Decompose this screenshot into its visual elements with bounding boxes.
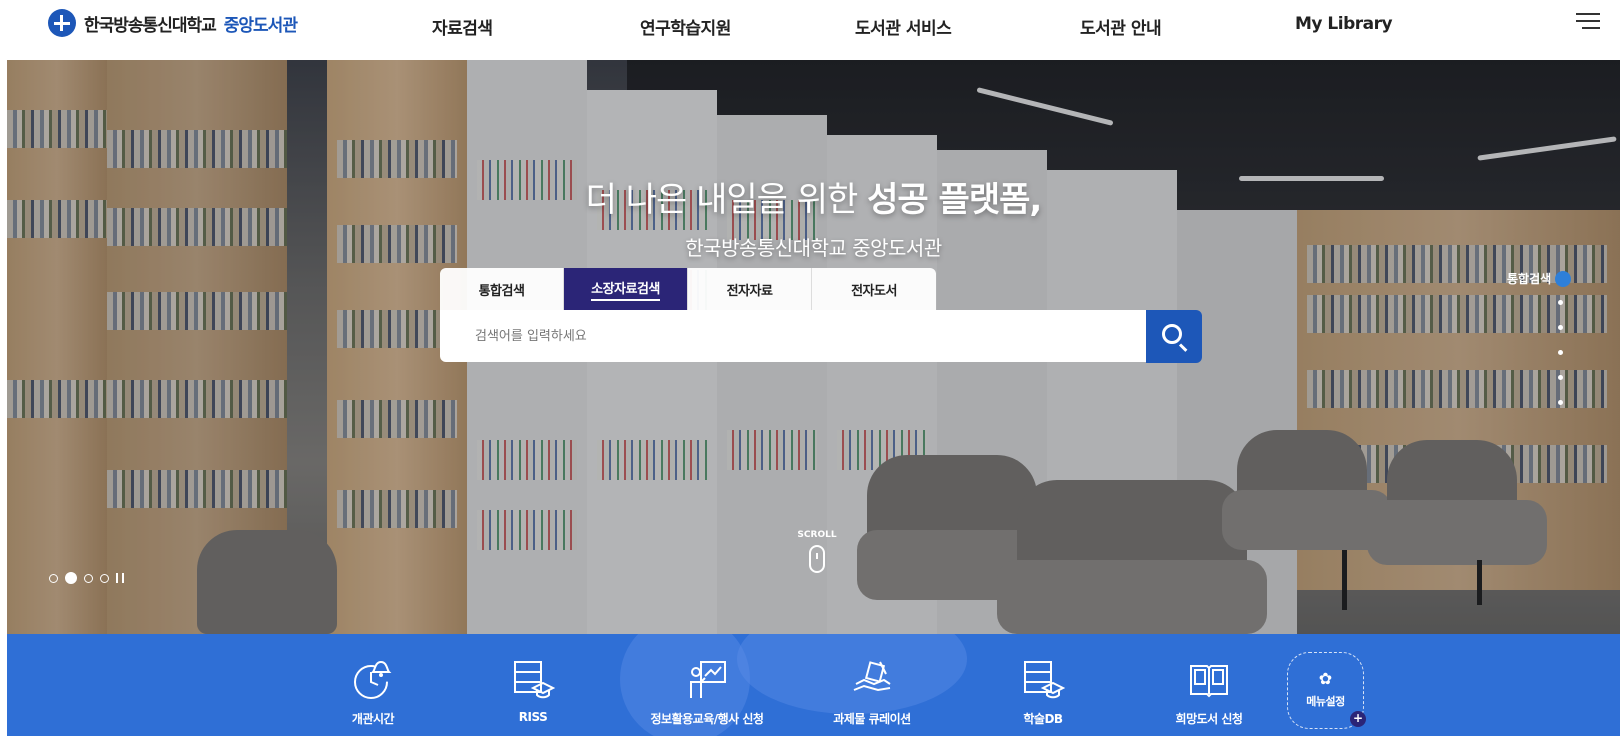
search-button[interactable] bbox=[1146, 310, 1202, 363]
quick-item-label: 학술DB bbox=[1023, 712, 1063, 726]
tab-e-resources[interactable]: 전자자료 bbox=[688, 268, 812, 310]
hamburger-menu-icon[interactable] bbox=[1576, 13, 1600, 33]
search-input[interactable] bbox=[440, 310, 1120, 362]
quick-item-riss[interactable]: RISS bbox=[483, 634, 583, 736]
quick-item-label: 희망도서 신청 bbox=[1175, 712, 1243, 726]
tab-label: 소장자료검색 bbox=[591, 278, 660, 301]
hero-title: 더 나은 내일을 위한 성공 플랫폼, bbox=[7, 172, 1620, 221]
menu-settings-label: 메뉴설정 bbox=[1306, 695, 1345, 708]
hand-paper-icon bbox=[850, 658, 894, 702]
quick-item-label: RISS bbox=[518, 710, 548, 724]
side-quick-search-label: 통합검색 bbox=[1507, 272, 1552, 286]
search-tabs: 통합검색 소장자료검색 전자자료 전자도서 bbox=[440, 268, 936, 310]
database-grad-cap-icon bbox=[1021, 658, 1066, 702]
search-icon-handle bbox=[1178, 343, 1188, 352]
university-emblem-icon bbox=[48, 9, 76, 37]
quick-item-label: 개관시간 bbox=[351, 712, 395, 726]
logo-library-name: 중앙도서관 bbox=[223, 15, 298, 36]
hero-title-normal: 더 나은 내일을 위한 bbox=[585, 180, 868, 220]
side-quick-search[interactable]: 통합검색 bbox=[1507, 270, 1572, 287]
menu-settings-button[interactable]: ✿ 메뉴설정 + bbox=[1287, 652, 1366, 729]
open-book-icon bbox=[1187, 658, 1231, 702]
hero-subtitle: 한국방송통신대학교 중앙도서관 bbox=[685, 236, 942, 260]
quick-item-label: 정보활용교육/행사 신청 bbox=[650, 712, 764, 726]
hero-title-bold: 성공 플랫폼, bbox=[867, 180, 1042, 220]
tab-label: 전자자료 bbox=[726, 283, 773, 299]
nav-item-library-services[interactable]: 도서관 서비스 bbox=[855, 14, 952, 39]
mouse-icon bbox=[809, 545, 825, 573]
slide-dot-active[interactable] bbox=[65, 572, 77, 584]
quick-item-label: 과제물 큐레이션 bbox=[833, 712, 911, 726]
search-box bbox=[440, 310, 1153, 362]
tab-integrated-search[interactable]: 통합검색 bbox=[440, 268, 564, 310]
pause-icon[interactable] bbox=[116, 573, 124, 583]
site-header: 한국방송통신대학교 중앙도서관 자료검색 연구학습지원 도서관 서비스 도서관 … bbox=[0, 0, 1620, 60]
quick-item-education-event[interactable]: 정보활용교육/행사 신청 bbox=[637, 634, 777, 736]
slide-pager bbox=[49, 572, 124, 584]
tab-holdings-search[interactable]: 소장자료검색 bbox=[564, 268, 688, 310]
nav-item-my-library[interactable]: My Library bbox=[1295, 14, 1393, 38]
site-logo[interactable]: 한국방송통신대학교 중앙도서관 bbox=[48, 8, 298, 38]
nav-item-library-guide[interactable]: 도서관 안내 bbox=[1080, 14, 1162, 39]
slide-dot[interactable] bbox=[84, 573, 93, 583]
quick-menu-bar: 개관시간 RISS 정보활용교육/행사 신청 과제물 큐레이션 학술DB 희망도… bbox=[7, 634, 1620, 736]
quick-item-opening-hours[interactable]: 개관시간 bbox=[323, 634, 423, 736]
scroll-indicator: SCROLL bbox=[797, 530, 837, 573]
nav-item-research-support[interactable]: 연구학습지원 bbox=[640, 14, 731, 39]
tab-label: 통합검색 bbox=[478, 283, 525, 299]
tab-e-books[interactable]: 전자도서 bbox=[812, 268, 936, 310]
side-nav-dot[interactable] bbox=[1558, 300, 1563, 305]
side-nav-dot[interactable] bbox=[1558, 325, 1563, 330]
logo-university-name: 한국방송통신대학교 bbox=[84, 15, 217, 36]
search-icon bbox=[1162, 324, 1182, 344]
scroll-label: SCROLL bbox=[797, 530, 837, 540]
nav-item-search[interactable]: 자료검색 bbox=[432, 14, 493, 39]
database-grad-cap-icon bbox=[511, 658, 556, 702]
gear-icon: ✿ bbox=[1318, 669, 1333, 688]
plus-icon[interactable]: + bbox=[1350, 711, 1366, 727]
quick-item-book-request[interactable]: 희망도서 신청 bbox=[1154, 634, 1264, 736]
side-nav-dot[interactable] bbox=[1558, 350, 1563, 355]
quick-item-assignment-curation[interactable]: 과제물 큐레이션 bbox=[812, 634, 932, 736]
tab-label: 전자도서 bbox=[851, 283, 897, 299]
slide-dot[interactable] bbox=[100, 573, 109, 583]
clock-bell-icon bbox=[351, 658, 395, 702]
quick-item-academic-db[interactable]: 학술DB bbox=[993, 634, 1093, 736]
slide-dot[interactable] bbox=[49, 573, 58, 583]
side-nav-dot[interactable] bbox=[1558, 375, 1563, 380]
university-emblem-icon bbox=[1555, 270, 1572, 287]
presenter-board-icon bbox=[685, 658, 729, 702]
side-nav-dot[interactable] bbox=[1558, 400, 1563, 405]
